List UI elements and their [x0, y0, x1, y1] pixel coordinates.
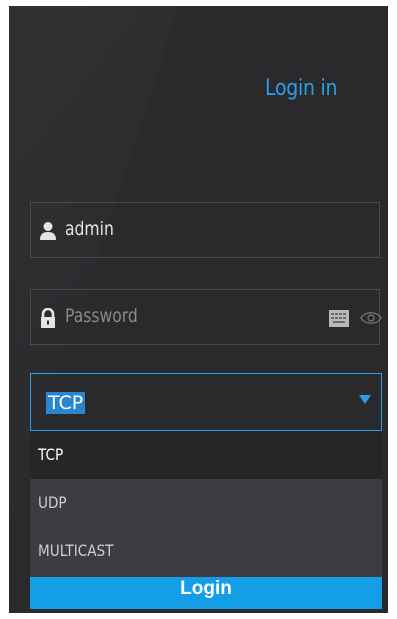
protocol-selected-value: TCP: [46, 392, 86, 414]
protocol-option-udp[interactable]: UDP: [30, 479, 382, 527]
protocol-option-label: UDP: [38, 493, 67, 512]
username-field[interactable]: admin: [30, 202, 380, 258]
protocol-dropdown: TCP UDP MULTICAST: [30, 431, 382, 577]
keyboard-icon[interactable]: [329, 310, 349, 327]
password-placeholder: Password: [65, 305, 138, 327]
password-field[interactable]: Password: [30, 289, 382, 345]
eye-icon[interactable]: [360, 311, 382, 325]
login-panel: Login in admin Password TCP Login TCP UD…: [9, 6, 388, 613]
protocol-select[interactable]: TCP: [30, 373, 382, 431]
protocol-option-label: MULTICAST: [38, 541, 114, 560]
user-icon: [40, 222, 56, 240]
protocol-option-multicast[interactable]: MULTICAST: [30, 527, 382, 575]
username-value: admin: [65, 218, 114, 240]
lock-icon: [41, 308, 55, 328]
protocol-option-label: TCP: [38, 445, 64, 464]
caret-down-icon[interactable]: [359, 395, 371, 404]
page-title: Login in: [265, 76, 338, 101]
protocol-option-tcp[interactable]: TCP: [30, 431, 382, 479]
login-button[interactable]: Login: [30, 575, 382, 609]
